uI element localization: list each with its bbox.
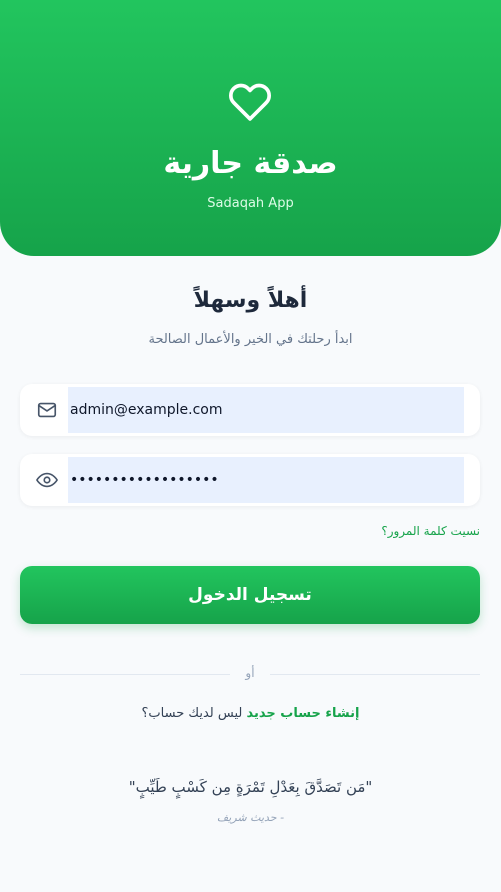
create-account-link[interactable]: إنشاء حساب جديد [247,706,360,721]
email-field [20,384,480,436]
signup-prompt: ليس لديك حساب؟ [141,706,243,721]
hadith-quote: "مَن تَصَدَّقَ بِعَدْلِ تَمْرَةٍ مِن كَس… [128,778,373,796]
divider-line-left [20,674,230,675]
email-input[interactable] [68,387,464,433]
app-header: صدقة جارية Sadaqah App [0,0,501,256]
hadith-source: - حديث شريف [216,811,285,824]
login-button[interactable]: تسجيل الدخول [20,566,480,624]
password-input[interactable] [68,457,464,503]
eye-icon[interactable] [36,469,58,491]
app-title: صدقة جارية [163,146,338,181]
divider-label: أو [245,666,255,680]
app-subtitle: Sadaqah App [207,196,294,211]
divider-line-right [270,674,480,675]
forgot-password-link[interactable]: نسيت كلمة المرور؟ [381,524,480,538]
heart-icon [229,83,271,121]
signup-row: إنشاء حساب جديد ليس لديك حساب؟ [0,706,501,721]
welcome-tagline: ابدأ رحلتك في الخير والأعمال الصالحة [148,332,353,347]
password-field [20,454,480,506]
mail-icon [37,402,57,418]
welcome-title: أهلاً وسهلاً [193,288,308,313]
